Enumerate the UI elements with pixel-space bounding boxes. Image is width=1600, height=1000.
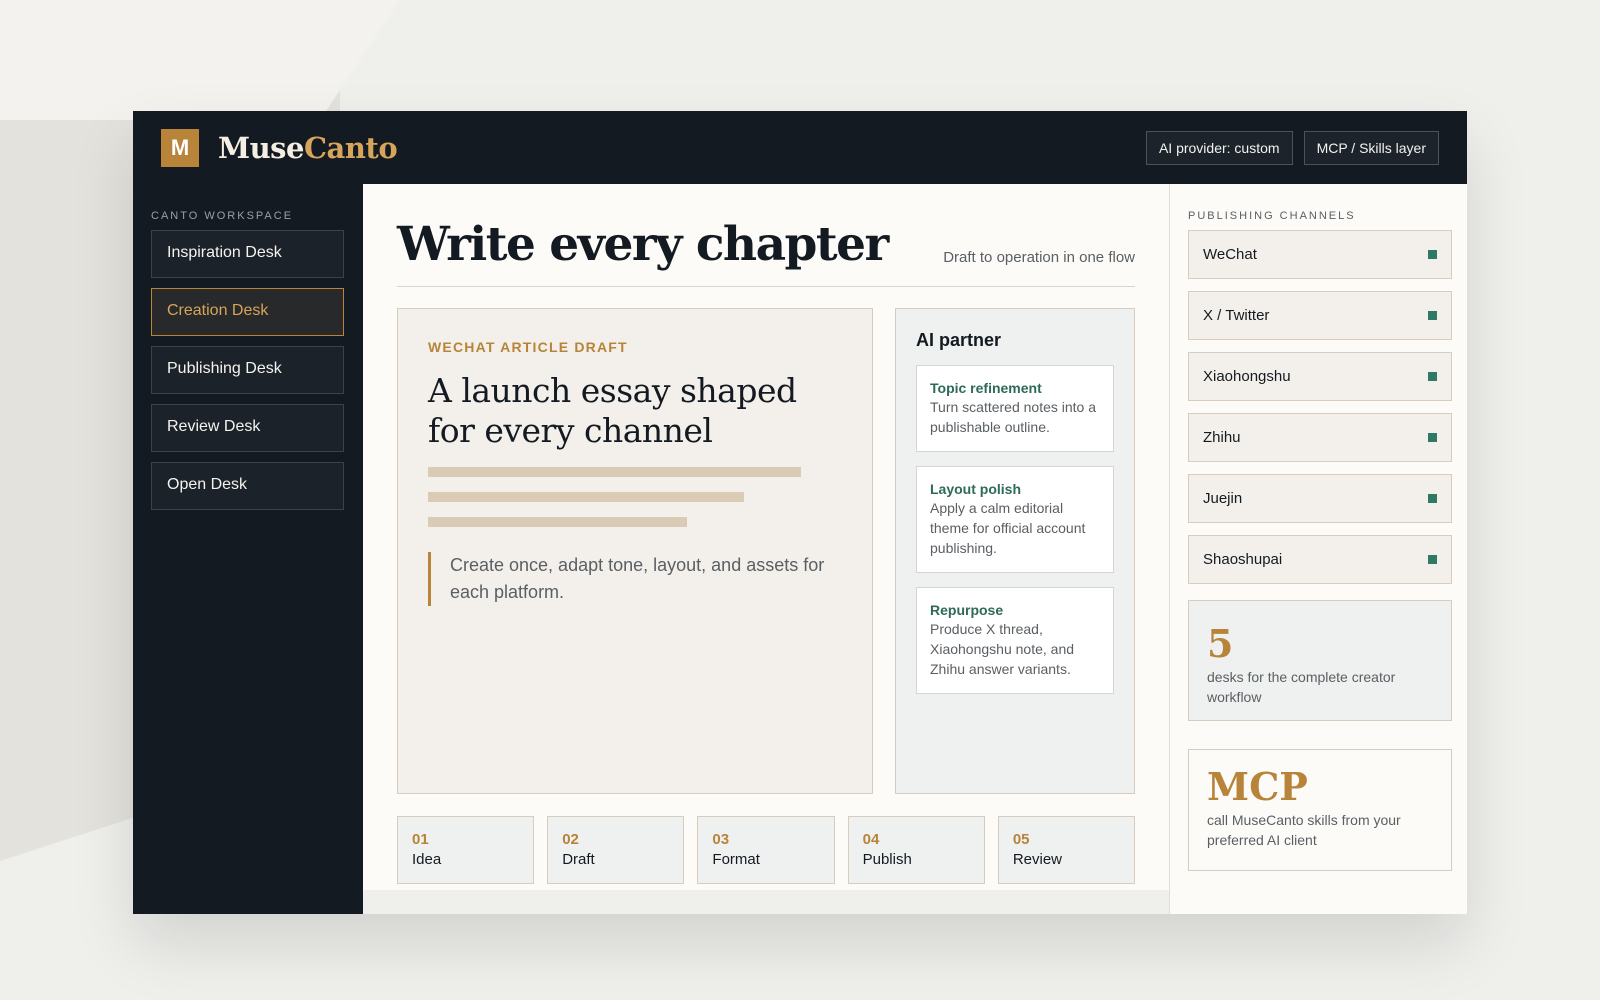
step-publish[interactable]: 04 Publish <box>847 816 985 884</box>
step-number: 04 <box>862 831 880 848</box>
step-label: Draft <box>562 851 595 868</box>
top-actions: AI provider: custom MCP / Skills layer <box>1145 130 1439 165</box>
channel-wechat[interactable]: WeChat <box>1188 230 1452 279</box>
draft-card[interactable]: WECHAT ARTICLE DRAFT A launch essay shap… <box>397 308 873 794</box>
ai-suggestion-title: Layout polish <box>930 481 1021 497</box>
placeholder-line <box>428 517 687 527</box>
page-subtitle: Draft to operation in one flow <box>943 249 1135 266</box>
app-window: M MuseCanto AI provider: custom MCP / Sk… <box>133 111 1467 914</box>
mcp-description: call MuseCanto skills from your preferre… <box>1207 812 1401 848</box>
mcp-skills-button[interactable]: MCP / Skills layer <box>1303 130 1439 165</box>
ai-suggestion-topic-refinement[interactable]: Topic refinement Turn scattered notes in… <box>916 365 1114 452</box>
channels-title: PUBLISHING CHANNELS <box>1188 210 1356 222</box>
ai-suggestion-layout-polish[interactable]: Layout polish Apply a calm editorial the… <box>916 466 1114 573</box>
draft-quote: Create once, adapt tone, layout, and ass… <box>428 552 842 606</box>
step-draft[interactable]: 02 Draft <box>547 816 685 884</box>
ai-provider-button[interactable]: AI provider: custom <box>1145 130 1293 165</box>
ai-suggestion-title: Repurpose <box>930 602 1004 618</box>
step-label: Review <box>1012 851 1062 868</box>
channel-label: Xiaohongshu <box>1203 368 1291 385</box>
channel-label: Shaoshupai <box>1203 551 1283 568</box>
step-number: 01 <box>412 831 429 848</box>
desks-count: 5 <box>1207 621 1234 666</box>
placeholder-line <box>428 467 801 477</box>
step-number: 05 <box>1012 831 1030 848</box>
desks-description: desks for the complete creator workflow <box>1207 669 1396 705</box>
ai-suggestion-title: Topic refinement <box>930 380 1042 396</box>
step-idea[interactable]: 01 Idea <box>397 816 535 884</box>
ai-suggestion-text: Turn scattered notes into a publishable … <box>930 399 1097 435</box>
status-indicator-icon <box>1428 555 1437 564</box>
step-number: 02 <box>562 831 579 848</box>
channel-label: X / Twitter <box>1203 307 1270 324</box>
channel-label: WeChat <box>1203 246 1257 263</box>
desks-stat-card: 5 desks for the complete creator workflo… <box>1188 600 1452 721</box>
channel-label: Juejin <box>1203 490 1243 507</box>
workflow-steps: 01 Idea 02 Draft 03 Format 04 Publish 05… <box>397 816 1136 884</box>
step-label: Publish <box>862 851 912 868</box>
brand-name-canto: Canto <box>303 130 398 165</box>
channel-zhihu[interactable]: Zhihu <box>1188 413 1452 462</box>
brand-name: MuseCanto <box>218 130 398 165</box>
sidebar-item-creation-desk[interactable]: Creation Desk <box>151 288 344 336</box>
ai-partner-title: AI partner <box>916 330 1002 350</box>
main-content: Write every chapter Draft to operation i… <box>363 184 1169 890</box>
sidebar-item-review-desk[interactable]: Review Desk <box>151 404 344 452</box>
status-indicator-icon <box>1428 494 1437 503</box>
placeholder-line <box>428 492 744 502</box>
page-title: Write every chapter <box>397 217 889 272</box>
channel-xiaohongshu[interactable]: Xiaohongshu <box>1188 352 1452 401</box>
mcp-heading: MCP <box>1207 764 1308 809</box>
sidebar-item-inspiration-desk[interactable]: Inspiration Desk <box>151 230 344 278</box>
background-shape-top <box>0 0 400 120</box>
channels-panel: PUBLISHING CHANNELS WeChat X / Twitter X… <box>1169 184 1467 914</box>
top-bar: M MuseCanto AI provider: custom MCP / Sk… <box>133 111 1467 184</box>
brand-name-muse: Muse <box>218 130 304 165</box>
channel-label: Zhihu <box>1203 429 1241 446</box>
step-label: Format <box>712 851 760 868</box>
channel-shaoshupai[interactable]: Shaoshupai <box>1188 535 1452 584</box>
draft-kicker: WECHAT ARTICLE DRAFT <box>428 339 628 355</box>
channel-x-twitter[interactable]: X / Twitter <box>1188 291 1452 340</box>
status-indicator-icon <box>1428 311 1437 320</box>
sidebar-item-publishing-desk[interactable]: Publishing Desk <box>151 346 344 394</box>
step-format[interactable]: 03 Format <box>697 816 835 884</box>
channel-juejin[interactable]: Juejin <box>1188 474 1452 523</box>
ai-suggestion-text: Produce X thread, Xiaohongshu note, and … <box>930 621 1075 677</box>
step-label: Idea <box>412 851 442 868</box>
sidebar-title: CANTO WORKSPACE <box>151 210 294 222</box>
heading-row: Write every chapter Draft to operation i… <box>397 208 1135 287</box>
draft-title: A launch essay shaped for every channel <box>428 371 797 450</box>
status-indicator-icon <box>1428 250 1437 259</box>
mcp-stat-card: MCP call MuseCanto skills from your pref… <box>1188 749 1452 871</box>
ai-suggestion-repurpose[interactable]: Repurpose Produce X thread, Xiaohongshu … <box>916 587 1114 694</box>
ai-partner-panel: AI partner Topic refinement Turn scatter… <box>895 308 1135 794</box>
step-number: 03 <box>712 831 730 848</box>
step-review[interactable]: 05 Review <box>997 816 1136 884</box>
status-indicator-icon <box>1428 433 1437 442</box>
ai-suggestion-text: Apply a calm editorial theme for officia… <box>930 500 1086 556</box>
sidebar: CANTO WORKSPACE Inspiration Desk Creatio… <box>133 184 363 914</box>
logo-mark: M <box>161 128 199 167</box>
sidebar-item-open-desk[interactable]: Open Desk <box>151 462 344 510</box>
status-indicator-icon <box>1428 372 1437 381</box>
